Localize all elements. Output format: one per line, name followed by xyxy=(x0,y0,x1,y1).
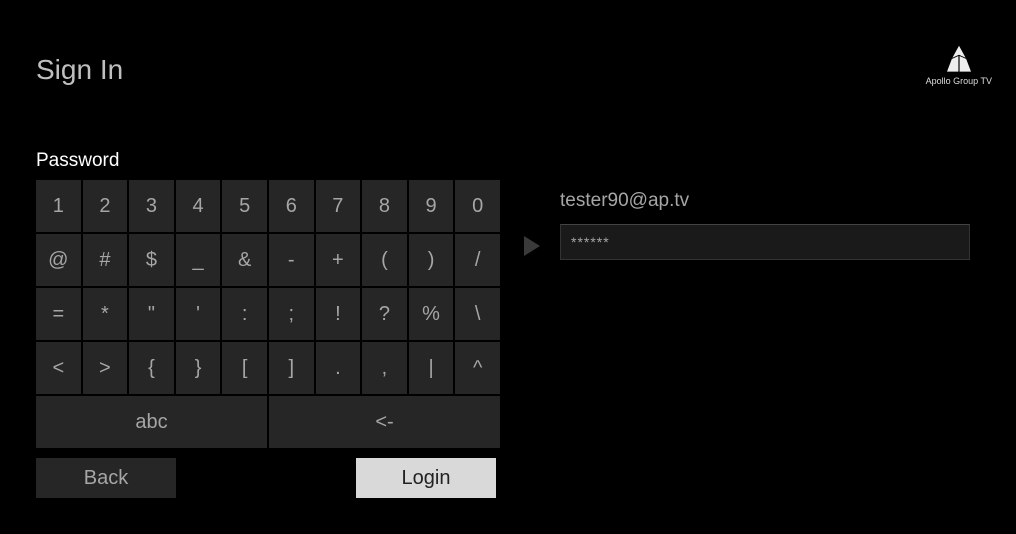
key-exclaim[interactable]: ! xyxy=(316,288,361,340)
key-squote[interactable]: ' xyxy=(176,288,221,340)
email-display: tester90@ap.tv xyxy=(520,190,970,224)
key-backslash[interactable]: \ xyxy=(455,288,500,340)
key-period[interactable]: . xyxy=(316,342,361,394)
key-mode-abc[interactable]: abc xyxy=(36,396,267,448)
key-4[interactable]: 4 xyxy=(176,180,221,232)
key-comma[interactable]: , xyxy=(362,342,407,394)
password-input[interactable]: ****** xyxy=(560,224,970,260)
key-colon[interactable]: : xyxy=(222,288,267,340)
key-minus[interactable]: - xyxy=(269,234,314,286)
key-lt[interactable]: < xyxy=(36,342,81,394)
key-lparen[interactable]: ( xyxy=(362,234,407,286)
login-button[interactable]: Login xyxy=(356,458,496,498)
key-8[interactable]: 8 xyxy=(362,180,407,232)
key-3[interactable]: 3 xyxy=(129,180,174,232)
focus-arrow-icon xyxy=(524,236,540,256)
key-lbrace[interactable]: { xyxy=(129,342,174,394)
key-dollar[interactable]: $ xyxy=(129,234,174,286)
key-slash[interactable]: / xyxy=(455,234,500,286)
key-rbracket[interactable]: ] xyxy=(269,342,314,394)
credentials-panel: tester90@ap.tv ****** xyxy=(520,190,970,260)
brand-logo: Apollo Group TV xyxy=(926,44,992,86)
key-percent[interactable]: % xyxy=(409,288,454,340)
key-asterisk[interactable]: * xyxy=(83,288,128,340)
key-caret[interactable]: ^ xyxy=(455,342,500,394)
key-plus[interactable]: + xyxy=(316,234,361,286)
key-semicolon[interactable]: ; xyxy=(269,288,314,340)
key-rparen[interactable]: ) xyxy=(409,234,454,286)
key-0[interactable]: 0 xyxy=(455,180,500,232)
key-question[interactable]: ? xyxy=(362,288,407,340)
key-hash[interactable]: # xyxy=(83,234,128,286)
key-7[interactable]: 7 xyxy=(316,180,361,232)
key-underscore[interactable]: _ xyxy=(176,234,221,286)
key-pipe[interactable]: | xyxy=(409,342,454,394)
brand-name: Apollo Group TV xyxy=(926,76,992,86)
key-backspace[interactable]: <- xyxy=(269,396,500,448)
onscreen-keyboard: 1 2 3 4 5 6 7 8 9 0 @ # $ _ & - + ( ) / … xyxy=(36,180,500,498)
back-button[interactable]: Back xyxy=(36,458,176,498)
key-equals[interactable]: = xyxy=(36,288,81,340)
key-9[interactable]: 9 xyxy=(409,180,454,232)
key-gt[interactable]: > xyxy=(83,342,128,394)
key-rbrace[interactable]: } xyxy=(176,342,221,394)
password-masked-value: ****** xyxy=(571,234,610,250)
key-2[interactable]: 2 xyxy=(83,180,128,232)
password-label: Password xyxy=(36,150,119,172)
key-lbracket[interactable]: [ xyxy=(222,342,267,394)
apollo-logo-icon xyxy=(926,44,992,74)
key-5[interactable]: 5 xyxy=(222,180,267,232)
key-1[interactable]: 1 xyxy=(36,180,81,232)
page-title: Sign In xyxy=(36,54,123,86)
key-6[interactable]: 6 xyxy=(269,180,314,232)
key-ampersand[interactable]: & xyxy=(222,234,267,286)
key-dquote[interactable]: " xyxy=(129,288,174,340)
key-at[interactable]: @ xyxy=(36,234,81,286)
